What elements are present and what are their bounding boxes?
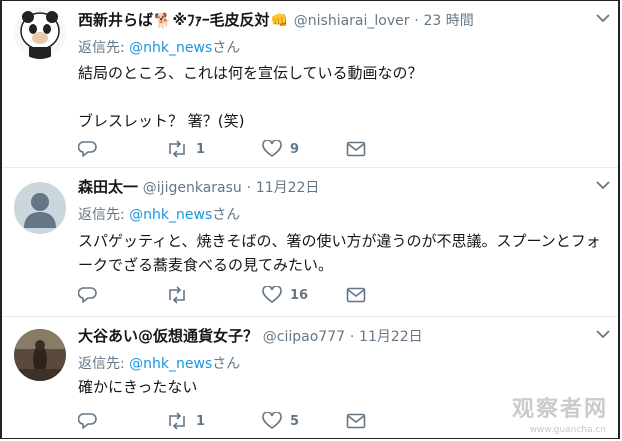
user-handle[interactable]: @nishiarai_lover [294,13,410,29]
chevron-down-icon[interactable] [596,180,610,190]
avatar[interactable] [14,329,66,381]
timestamp[interactable]: 23 時間 [424,13,474,29]
like-count: 16 [290,287,309,303]
display-name[interactable]: 森田太一 [78,178,138,196]
tweet-line: 確かにきったない [78,378,198,396]
mention-link[interactable]: @nhk_news [129,207,212,223]
envelope-icon [346,141,366,157]
retweet-icon [169,140,185,158]
retweet-count: 1 [196,141,206,157]
tweet-line: ブレスレット？ 箸？(笑) [78,112,245,130]
retweet-icon [169,412,185,430]
timestamp[interactable]: 11月22日 [359,329,423,345]
tweet-line: スパゲッティと、焼きそばの、箸の使い方が違うのが不思議。スプーンとフォ [78,232,601,250]
tweet-text: 確かにきったない [78,375,197,399]
retweet-icon [169,286,185,304]
display-name[interactable]: 西新井らば [78,11,153,29]
timestamp[interactable]: 11月22日 [256,180,320,196]
action-bar: 16 [78,285,366,305]
tweet-text: 結局のところ、これは何を宣伝している動画なの？ ブレスレット？ 箸？(笑) [78,61,423,133]
reply-suffix: さん [212,207,241,223]
mention-link[interactable]: @nhk_news [129,356,212,372]
envelope-icon [346,287,366,303]
fist-emoji-icon: 👊 [270,13,288,29]
reply-context: 返信先: @nhk_newsさん [78,37,240,57]
user-handle[interactable]: @ijigenkarasu [143,180,242,196]
tweet-line: ークでざる蕎麦食べるの見てみたい。 [78,256,334,274]
tweet-text: スパゲッティと、焼きそばの、箸の使い方が違うのが不思議。スプーンとフォ ークでざ… [78,229,601,277]
reply-context: 返信先: @nhk_newsさん [78,204,240,224]
retweet-count: 1 [196,413,206,429]
avatar-default[interactable] [14,182,66,234]
tweet-line: 結局のところ、これは何を宣伝している動画なの？ [78,64,423,82]
like-button[interactable]: 16 [262,286,346,304]
like-button[interactable]: 5 [262,412,346,430]
retweet-button[interactable]: 1 [166,412,262,430]
action-bar: 1 5 [78,411,366,431]
reply-button[interactable] [78,286,166,304]
watermark: 观察者网 [511,397,608,422]
like-button[interactable]: 9 [262,140,346,158]
reply-icon [78,287,97,303]
heart-icon [262,412,282,429]
reply-context: 返信先: @nhk_newsさん [78,353,240,373]
direct-message-button[interactable] [346,141,366,157]
tweet-2[interactable]: 森田太一 @ijigenkarasu · 11月22日 返信先: @nhk_ne… [2,168,618,317]
reply-prefix: 返信先: [78,207,130,223]
tweet-1[interactable]: 西新井らば🐕※ﾌｧｰ毛皮反対👊 @nishiarai_lover · 23 時間… [2,1,618,168]
user-handle[interactable]: @ciipao777 [263,329,345,345]
chevron-down-icon[interactable] [596,13,610,23]
heart-icon [262,140,282,157]
reply-prefix: 返信先: [78,356,130,372]
action-bar: 1 9 [78,139,366,159]
avatar[interactable] [14,7,66,59]
retweet-button[interactable]: 1 [166,140,262,158]
reply-suffix: さん [212,356,241,372]
envelope-icon [346,413,366,429]
reply-button[interactable] [78,140,166,158]
reply-icon [78,413,97,429]
tweet-header: 大谷あい@仮想通貨女子？ @ciipao777 · 11月22日 [78,325,423,346]
display-name-suffix: ※ﾌｧｰ毛皮反対 [172,11,270,29]
watermark-url: www.guancha.cn [529,425,606,435]
reply-button[interactable] [78,412,166,430]
dog-emoji-icon: 🐕 [154,13,172,29]
direct-message-button[interactable] [346,413,366,429]
tweet-line [78,85,423,109]
direct-message-button[interactable] [346,287,366,303]
reply-icon [78,141,97,157]
heart-icon [262,286,282,303]
like-count: 9 [290,141,300,157]
like-count: 5 [290,413,300,429]
separator-dot: · [349,329,355,345]
reply-suffix: さん [212,40,241,56]
reply-prefix: 返信先: [78,40,130,56]
retweet-button[interactable] [166,286,262,304]
tweet-header: 西新井らば🐕※ﾌｧｰ毛皮反対👊 @nishiarai_lover · 23 時間 [78,9,474,30]
mention-link[interactable]: @nhk_news [129,40,212,56]
separator-dot: · [414,13,419,29]
display-name[interactable]: 大谷あい@仮想通貨女子？ [78,327,258,345]
chevron-down-icon[interactable] [596,329,610,339]
separator-dot: · [246,180,252,196]
tweet-header: 森田太一 @ijigenkarasu · 11月22日 [78,176,319,197]
